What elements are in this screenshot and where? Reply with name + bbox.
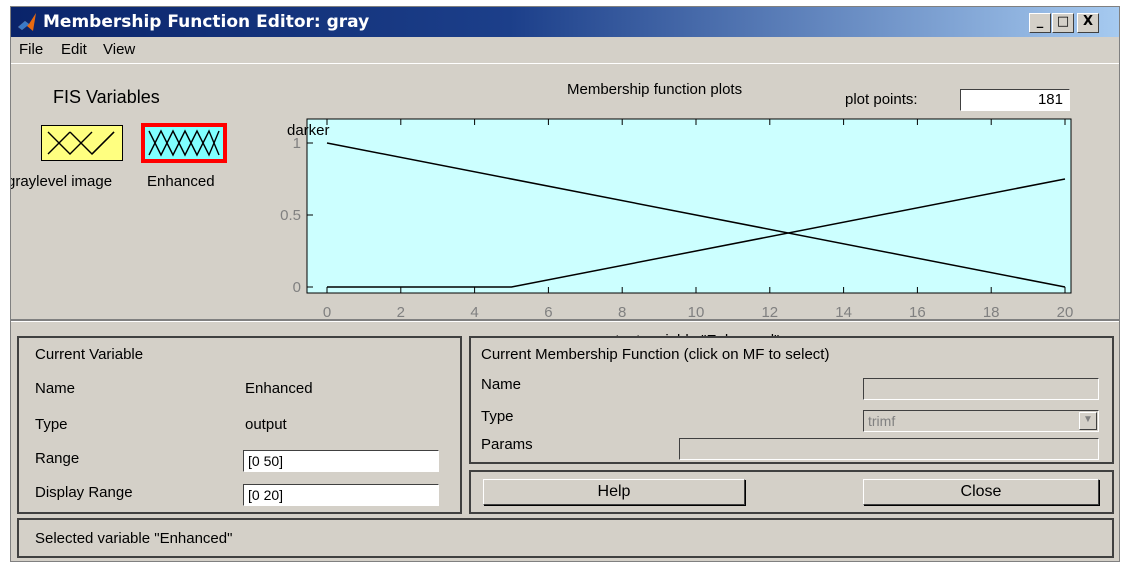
menu-edit[interactable]: Edit — [61, 41, 87, 58]
current-variable-header: Current Variable — [35, 346, 144, 363]
plot-points-label: plot points: — [845, 91, 918, 108]
membership-function-plot[interactable]: 02468101214161820 00.51 darker output va… — [271, 115, 1091, 347]
y-tick-label: 0 — [293, 279, 301, 296]
title-bar[interactable]: Membership Function Editor: gray _ □ X — [11, 7, 1119, 37]
divider — [11, 319, 1119, 322]
output-variable-label: Enhanced — [147, 173, 215, 190]
matlab-logo-icon — [18, 13, 36, 31]
close-button[interactable]: Close — [863, 479, 1099, 505]
current-mf-header: Current Membership Function (click on MF… — [481, 346, 830, 363]
maximize-button[interactable]: □ — [1052, 13, 1074, 33]
y-tick-label: 0.5 — [280, 207, 301, 224]
type-value: output — [245, 416, 287, 433]
window-title: Membership Function Editor: gray — [43, 12, 370, 32]
button-panel: Help Close — [469, 470, 1114, 514]
help-button[interactable]: Help — [483, 479, 745, 505]
type-label: Type — [35, 416, 68, 433]
current-mf-panel: Current Membership Function (click on MF… — [469, 336, 1114, 464]
input-variable-graylevel-image[interactable] — [41, 125, 123, 161]
display-range-input[interactable]: [0 20] — [243, 484, 439, 506]
fis-variables-label: FIS Variables — [53, 87, 160, 107]
plot-points-input[interactable]: 181 — [960, 89, 1070, 111]
input-mf-thumbnail-icon — [47, 131, 115, 155]
menu-file[interactable]: File — [19, 41, 43, 58]
menu-bar: File Edit View — [11, 37, 1119, 64]
mf-type-value: trimf — [868, 413, 896, 429]
name-label: Name — [35, 380, 76, 397]
mf-editor-window: Membership Function Editor: gray _ □ X F… — [10, 6, 1120, 562]
chevron-down-icon[interactable]: ▼ — [1079, 412, 1097, 430]
params-label: Params — [481, 436, 533, 453]
status-text: Selected variable "Enhanced" — [35, 530, 233, 547]
mf-type-label: Type — [481, 408, 514, 425]
current-variable-panel: Current Variable Name Enhanced Type outp… — [17, 336, 462, 514]
minimize-button[interactable]: _ — [1029, 13, 1051, 33]
mf-name-label: Name — [481, 376, 522, 393]
name-value: Enhanced — [245, 380, 313, 397]
mf-label-darker[interactable]: darker — [287, 122, 330, 139]
mf-name-input[interactable] — [863, 378, 1099, 400]
plot-area[interactable] — [306, 118, 1072, 294]
close-window-button[interactable]: X — [1077, 13, 1099, 33]
range-label: Range — [35, 450, 80, 467]
input-variable-label: graylevel image — [10, 173, 113, 190]
params-input[interactable] — [679, 438, 1099, 460]
output-mf-thumbnail-icon — [148, 129, 220, 157]
plot-title: Membership function plots — [567, 81, 743, 98]
output-variable-enhanced[interactable] — [141, 123, 227, 163]
display-range-label: Display Range — [35, 484, 133, 501]
status-bar: Selected variable "Enhanced" — [17, 518, 1114, 558]
mf-type-select[interactable]: trimf ▼ — [863, 410, 1099, 432]
menu-view[interactable]: View — [103, 41, 135, 58]
range-input[interactable]: [0 50] — [243, 450, 439, 472]
